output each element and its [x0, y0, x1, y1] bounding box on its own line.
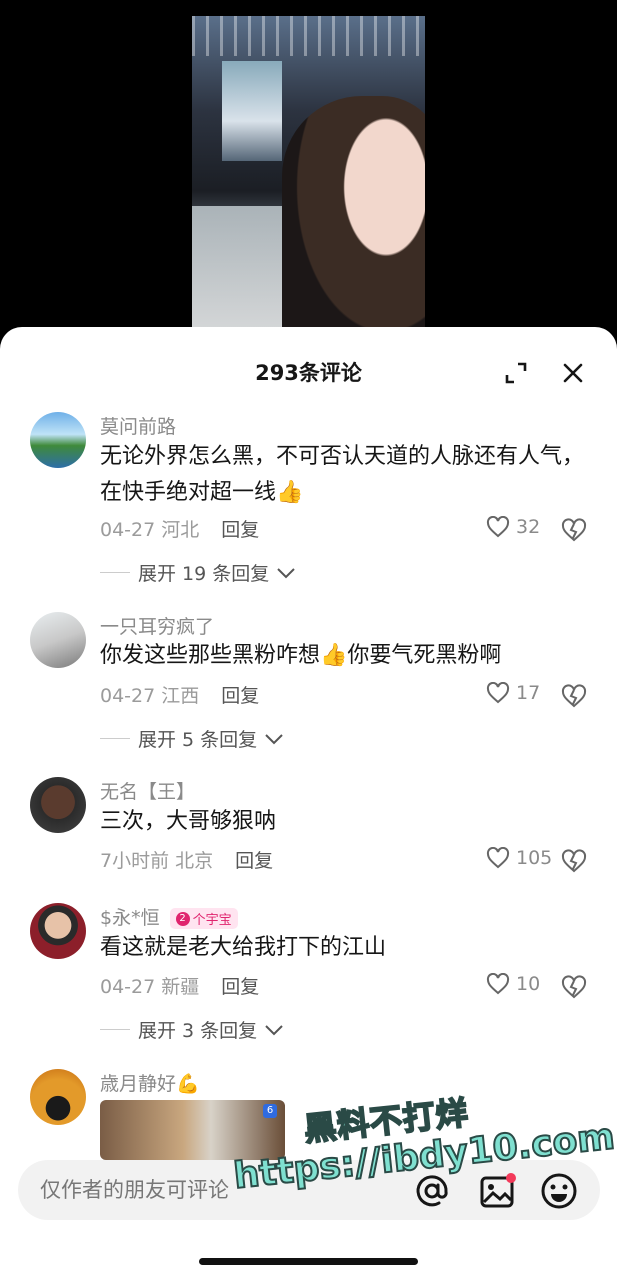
comment-date-location: 04-27 江西 [100, 685, 200, 707]
broken-heart-icon[interactable] [560, 517, 588, 543]
divider-line [100, 738, 130, 739]
comments-sheet: 293条评论 莫问前路 无论外界怎么黑，不可否认天道的人脉还有人气，在快手绝对超… [0, 327, 617, 1279]
stage-lights [192, 16, 425, 56]
thumbnail-badge: 6 [263, 1104, 277, 1118]
comment-input-bar [18, 1160, 600, 1220]
video-preview[interactable] [192, 16, 425, 334]
like-button[interactable]: 32 [486, 516, 540, 538]
like-button[interactable]: 10 [486, 973, 540, 995]
comment-username-row: $永*恒 2 个宇宝 [100, 903, 238, 930]
like-count: 17 [516, 682, 541, 704]
fan-badge-label: 个宇宝 [192, 913, 232, 928]
comment-text: 看这就是老大给我打下的江山 [100, 935, 387, 960]
comment-text: 你发这些那些黑粉咋想👍你要气死黑粉啊 [100, 643, 502, 668]
sheet-header: 293条评论 [0, 327, 617, 417]
expand-replies-label: 展开 19 条回复 [138, 563, 270, 585]
avatar[interactable] [30, 1069, 86, 1125]
avatar[interactable] [30, 612, 86, 668]
comment-meta: 04-27 新疆 回复 [100, 972, 259, 999]
avatar[interactable] [30, 412, 86, 468]
comment-meta: 7小时前 北京 回复 [100, 846, 273, 873]
comment-username[interactable]: 莫问前路 [100, 412, 176, 439]
divider-line [100, 572, 130, 573]
close-icon[interactable] [560, 360, 586, 386]
chevron-down-icon [277, 567, 295, 578]
reply-button[interactable]: 回复 [221, 519, 259, 541]
like-count: 32 [516, 516, 541, 538]
heart-icon [486, 847, 510, 869]
like-button[interactable]: 105 [486, 847, 552, 869]
like-button[interactable]: 17 [486, 682, 540, 704]
avatar[interactable] [30, 777, 86, 833]
like-count: 105 [516, 847, 553, 869]
broken-heart-icon[interactable] [560, 974, 588, 1000]
fan-badge-level: 2 [175, 911, 190, 926]
home-indicator[interactable] [199, 1258, 418, 1265]
heart-icon [486, 682, 510, 704]
chevron-down-icon [265, 733, 283, 744]
comment-text: 三次，大哥够狠呐 [100, 809, 277, 834]
heart-icon [486, 973, 510, 995]
emoji-icon[interactable] [539, 1171, 579, 1211]
fullscreen-icon[interactable] [503, 360, 529, 386]
avatar[interactable] [30, 903, 86, 959]
expand-replies-label: 展开 5 条回复 [138, 729, 258, 751]
divider-line [100, 1029, 130, 1030]
comment-username[interactable]: 一只耳穷疯了 [100, 612, 214, 639]
comment-date-location: 7小时前 北京 [100, 850, 214, 872]
comment-text: 无论外界怎么黑，不可否认天道的人脉还有人气，在快手绝对超一线👍 [100, 444, 585, 505]
like-count: 10 [516, 973, 541, 995]
heart-icon [486, 516, 510, 538]
chevron-down-icon [265, 1024, 283, 1035]
comment-username[interactable]: 无名【王】 [100, 777, 195, 804]
reply-button[interactable]: 回复 [221, 685, 259, 707]
reply-button[interactable]: 回复 [235, 850, 273, 872]
expand-replies-button[interactable]: 展开 19 条回复 [100, 559, 297, 586]
expand-replies-button[interactable]: 展开 3 条回复 [100, 1016, 285, 1043]
fan-badge: 2 个宇宝 [169, 908, 238, 929]
comment-input[interactable] [40, 1160, 340, 1220]
comment-date-location: 04-27 新疆 [100, 976, 200, 998]
expand-replies-button[interactable]: 展开 5 条回复 [100, 725, 285, 752]
expand-replies-label: 展开 3 条回复 [138, 1020, 258, 1042]
person-image [282, 96, 425, 334]
stage-screen [222, 61, 282, 161]
image-picker-icon[interactable] [478, 1172, 516, 1210]
comment-date-location: 04-27 河北 [100, 519, 200, 541]
comment-meta: 04-27 江西 回复 [100, 681, 259, 708]
reply-button[interactable]: 回复 [221, 976, 259, 998]
broken-heart-icon[interactable] [560, 683, 588, 709]
mention-icon[interactable] [413, 1172, 451, 1210]
comment-image-thumbnail[interactable]: 6 [100, 1100, 285, 1160]
broken-heart-icon[interactable] [560, 848, 588, 874]
comment-username[interactable]: $永*恒 [100, 907, 160, 929]
comment-username[interactable]: 歳月静好💪 [100, 1069, 200, 1096]
comment-meta: 04-27 河北 回复 [100, 515, 259, 542]
